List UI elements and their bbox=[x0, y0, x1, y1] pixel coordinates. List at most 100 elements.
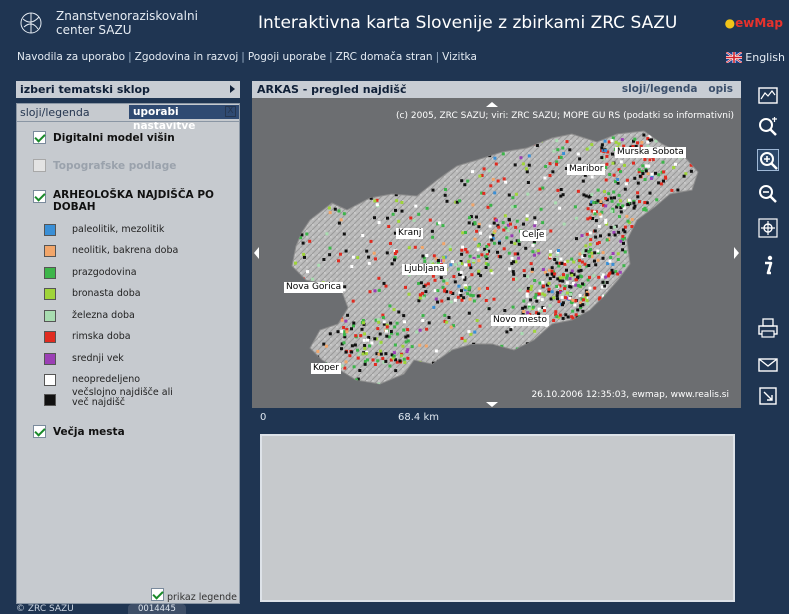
site-marker bbox=[640, 230, 644, 234]
site-marker bbox=[530, 284, 534, 288]
layer-checkbox-cities[interactable] bbox=[33, 425, 46, 438]
site-marker bbox=[340, 329, 344, 333]
site-marker bbox=[323, 322, 327, 325]
site-marker bbox=[611, 271, 615, 275]
site-marker bbox=[419, 379, 423, 382]
zoom-out-icon[interactable] bbox=[757, 183, 779, 205]
site-marker bbox=[415, 330, 419, 334]
site-marker bbox=[392, 165, 395, 169]
site-marker bbox=[529, 298, 533, 302]
site-marker bbox=[328, 173, 331, 177]
site-marker bbox=[369, 239, 373, 243]
ewmap-logo[interactable]: ●ewMap bbox=[725, 16, 783, 30]
site-marker bbox=[428, 386, 431, 389]
site-marker bbox=[518, 288, 522, 292]
nav-link-card[interactable]: Vizitka bbox=[442, 51, 477, 63]
zoom-in-icon[interactable] bbox=[757, 149, 779, 171]
site-marker bbox=[413, 245, 417, 249]
site-marker bbox=[390, 262, 394, 266]
site-marker bbox=[680, 290, 684, 294]
site-marker bbox=[479, 231, 483, 235]
close-legend-button[interactable]: X bbox=[225, 106, 236, 117]
site-marker bbox=[516, 379, 520, 383]
site-marker bbox=[574, 283, 578, 287]
tab-map-description[interactable]: opis bbox=[708, 83, 733, 95]
site-marker bbox=[526, 377, 530, 381]
apply-settings-button[interactable]: uporabi nastavitve bbox=[129, 105, 239, 132]
site-marker bbox=[373, 162, 377, 166]
nav-link-terms[interactable]: Pogoji uporabe bbox=[248, 51, 326, 63]
pan-south-icon[interactable] bbox=[486, 402, 498, 407]
site-marker bbox=[636, 191, 640, 195]
site-marker bbox=[678, 365, 682, 369]
site-marker bbox=[462, 149, 466, 153]
site-marker bbox=[638, 174, 642, 178]
site-marker bbox=[556, 277, 560, 281]
site-marker bbox=[402, 357, 406, 361]
site-marker bbox=[662, 179, 665, 183]
layer-checkbox-dem[interactable] bbox=[33, 131, 46, 144]
site-marker bbox=[633, 204, 637, 208]
pan-west-icon[interactable] bbox=[254, 247, 259, 259]
site-marker bbox=[584, 249, 588, 253]
site-marker bbox=[343, 167, 346, 171]
site-marker bbox=[570, 257, 574, 261]
site-marker bbox=[344, 319, 348, 323]
site-marker bbox=[607, 233, 611, 237]
site-marker bbox=[593, 259, 596, 263]
site-marker bbox=[586, 278, 590, 282]
nav-link-instructions[interactable]: Navodila za uporabo bbox=[17, 51, 125, 63]
site-marker bbox=[583, 254, 587, 257]
site-marker bbox=[619, 210, 623, 214]
site-marker bbox=[502, 177, 506, 181]
site-marker bbox=[565, 140, 569, 144]
export-icon[interactable] bbox=[757, 385, 779, 407]
site-marker bbox=[357, 167, 361, 171]
site-marker bbox=[425, 206, 429, 210]
nav-link-history[interactable]: Zgodovina in razvoj bbox=[135, 51, 239, 63]
theme-selector[interactable]: izberi tematski sklop bbox=[16, 81, 240, 98]
site-marker bbox=[479, 382, 483, 384]
site-marker bbox=[512, 272, 516, 276]
tab-map-layers[interactable]: sloji/legenda bbox=[622, 83, 698, 95]
site-marker bbox=[529, 370, 533, 374]
site-marker bbox=[600, 146, 604, 150]
site-marker bbox=[643, 232, 647, 236]
map-view[interactable]: (c) 2005, ZRC SAZU; viri: ZRC SAZU; MOPE… bbox=[252, 98, 741, 408]
tab-legend[interactable]: sloji/legenda bbox=[20, 106, 90, 119]
site-marker bbox=[509, 328, 513, 332]
site-marker bbox=[574, 278, 578, 282]
pan-east-icon[interactable] bbox=[734, 247, 739, 259]
info-icon[interactable] bbox=[757, 254, 779, 276]
site-marker bbox=[578, 294, 582, 297]
pan-north-icon[interactable] bbox=[486, 102, 498, 107]
site-marker bbox=[593, 286, 597, 290]
site-marker bbox=[409, 170, 413, 174]
slovenia-map[interactable] bbox=[252, 98, 741, 408]
site-marker bbox=[663, 267, 667, 271]
site-marker bbox=[627, 198, 631, 202]
zoom-reset-icon[interactable] bbox=[757, 116, 779, 138]
layer-checkbox-topo[interactable] bbox=[33, 159, 46, 172]
site-marker bbox=[576, 275, 580, 279]
layer-checkbox-archaeology[interactable] bbox=[33, 190, 46, 203]
scale-distance: 68.4 km bbox=[398, 412, 439, 423]
site-marker bbox=[552, 296, 556, 300]
site-marker bbox=[662, 279, 666, 283]
site-marker bbox=[604, 204, 608, 208]
language-label[interactable]: English bbox=[745, 51, 785, 64]
show-legend-checkbox[interactable] bbox=[151, 588, 164, 601]
site-marker bbox=[590, 175, 594, 179]
site-marker bbox=[620, 138, 624, 142]
map-overview-icon[interactable] bbox=[757, 85, 779, 107]
nav-link-home[interactable]: ZRC domača stran bbox=[336, 51, 433, 63]
site-marker bbox=[633, 324, 637, 328]
mail-icon[interactable] bbox=[757, 354, 779, 376]
site-marker bbox=[543, 309, 546, 313]
period-swatch bbox=[44, 374, 56, 386]
print-icon[interactable] bbox=[757, 317, 779, 339]
site-marker bbox=[597, 224, 601, 228]
info-panel bbox=[252, 428, 741, 606]
pan-icon[interactable] bbox=[757, 217, 779, 239]
language-switch[interactable]: English bbox=[726, 51, 785, 64]
